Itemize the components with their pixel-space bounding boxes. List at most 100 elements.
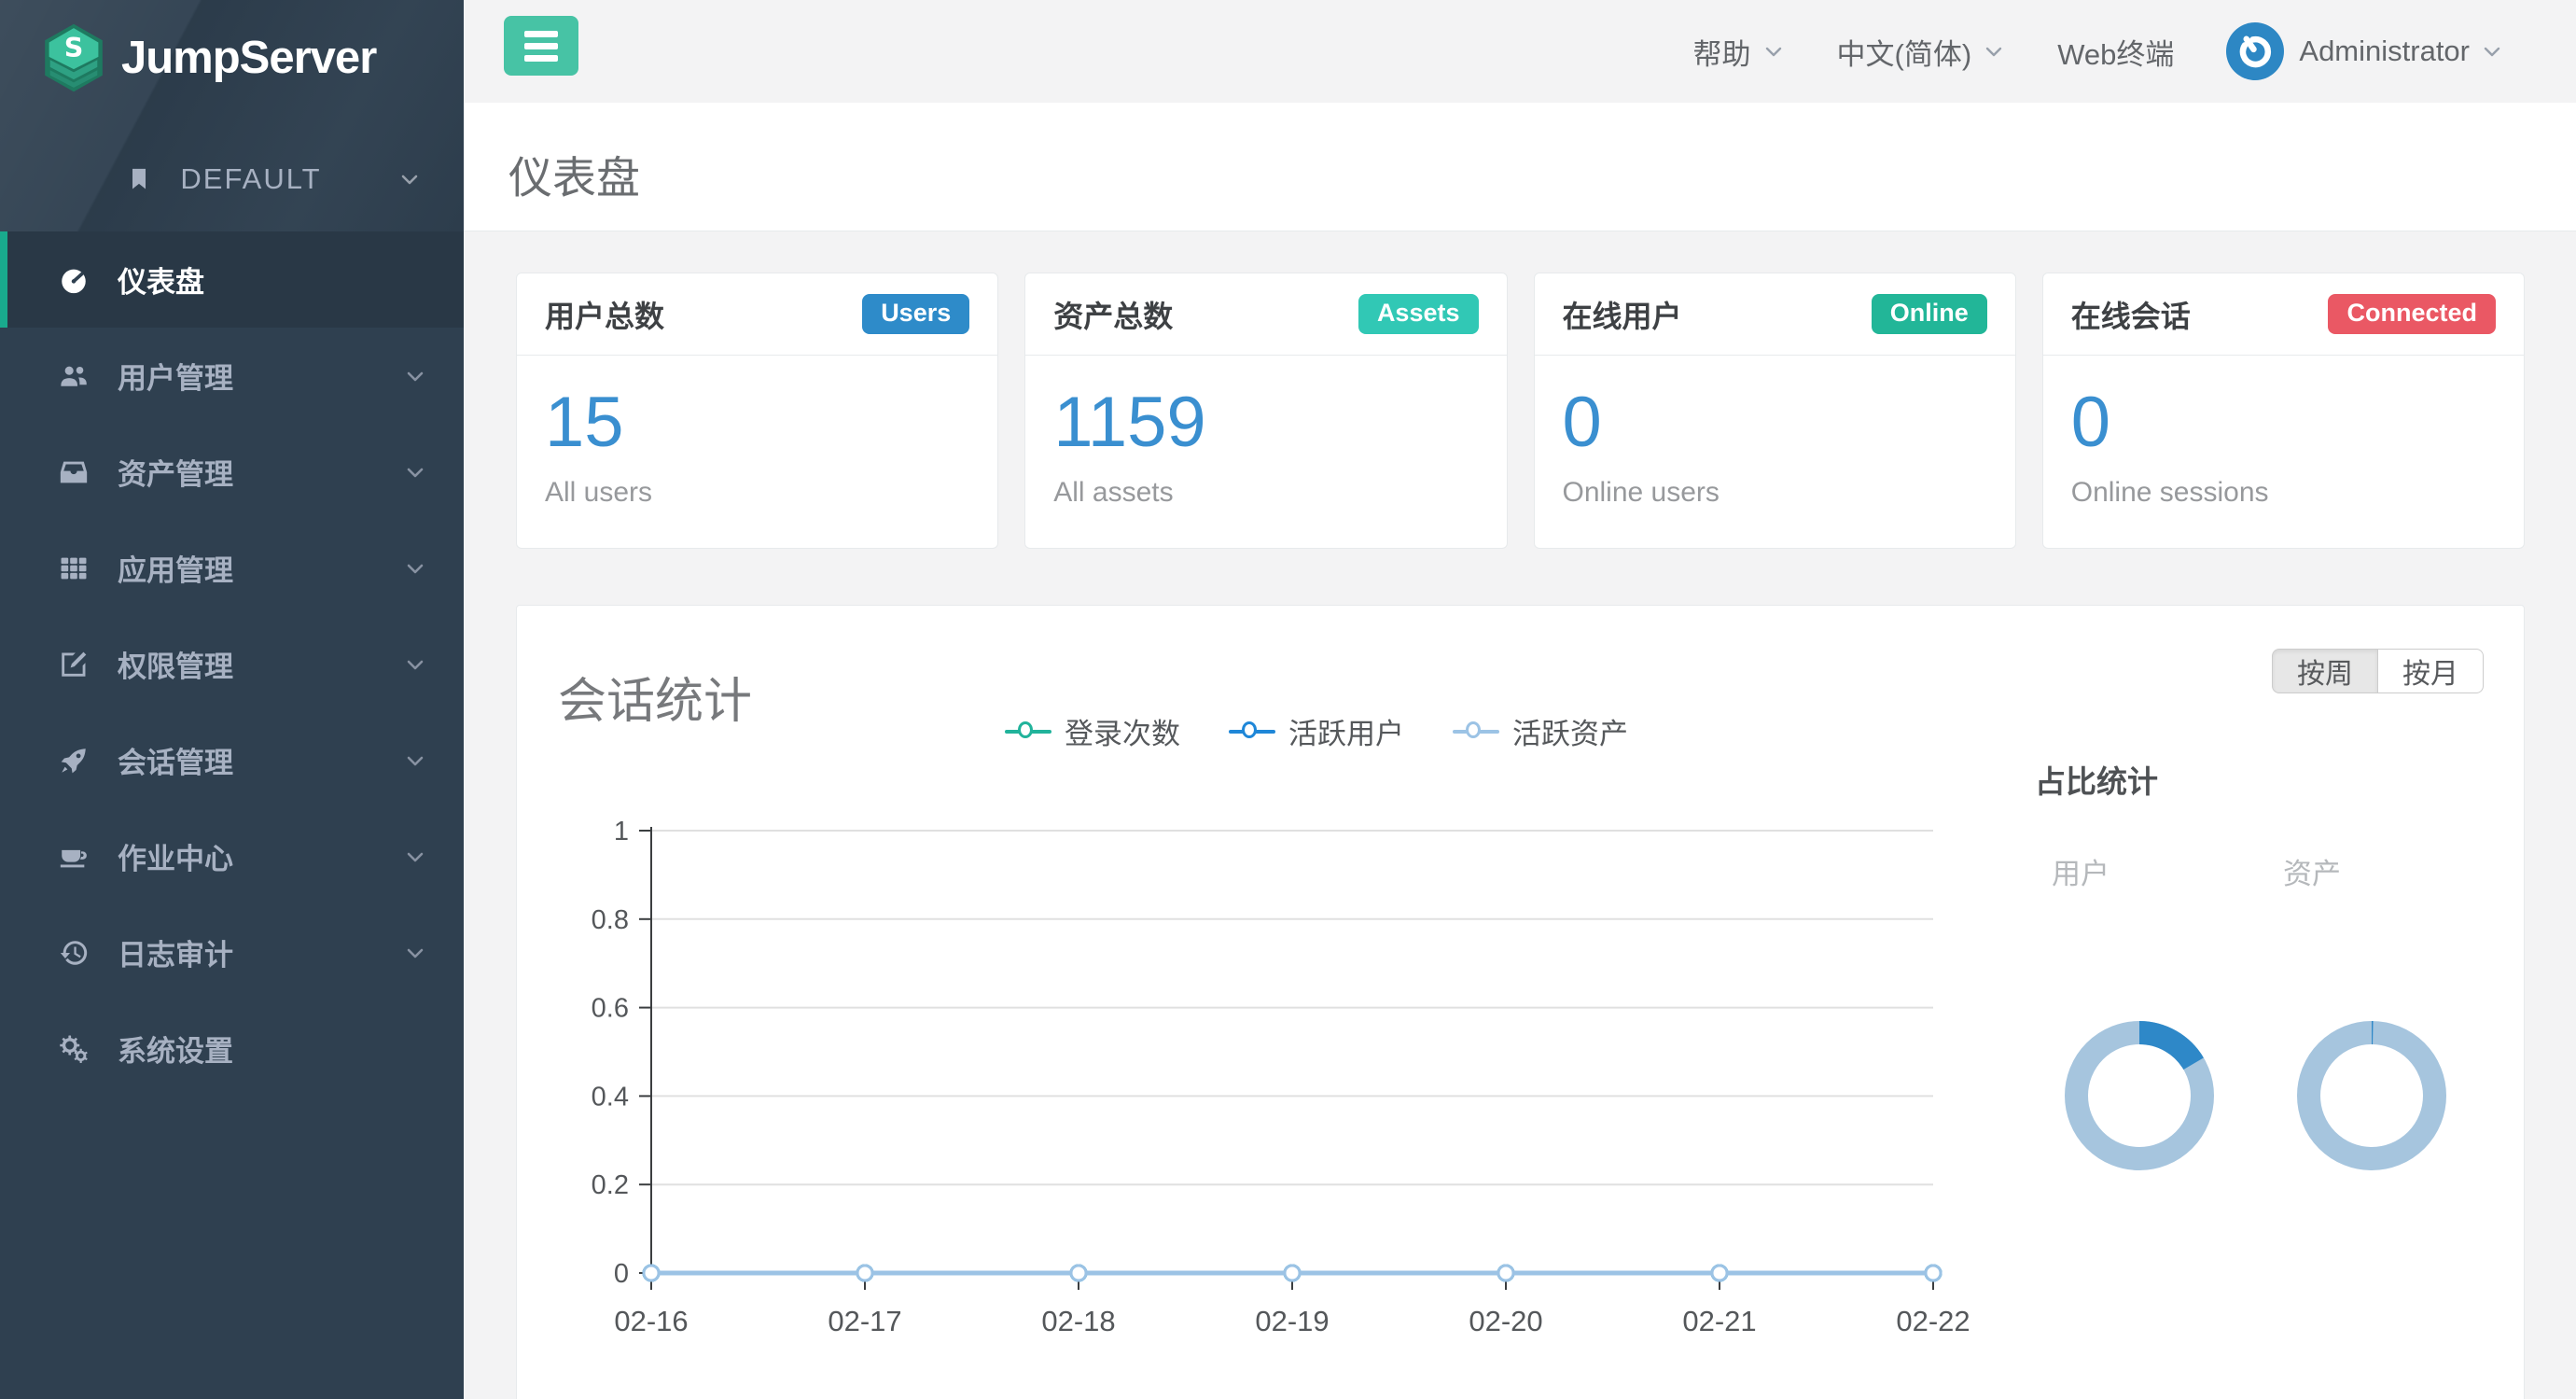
sidebar-item-assets[interactable]: 资产管理 — [0, 424, 464, 520]
sidebar-item-ops-center[interactable]: 作业中心 — [0, 808, 464, 904]
session-panel: 会话统计 登录次数活跃用户活跃资产 按周 按月 00.20.40.60.8102… — [516, 605, 2525, 1399]
card-title: 用户总数 — [545, 293, 664, 336]
online-sessions-card: 在线会话Connected 0 Online sessions — [2042, 273, 2525, 549]
help-menu[interactable]: 帮助 — [1693, 31, 1785, 73]
sidebar-item-label: 应用管理 — [118, 547, 233, 589]
coffee-icon — [52, 841, 95, 873]
chevron-down-icon — [404, 365, 426, 387]
ratio-label-assets: 资产 — [2283, 850, 2341, 892]
svg-text:0.8: 0.8 — [592, 905, 629, 935]
session-chart-title: 会话统计 — [558, 662, 752, 732]
card-value[interactable]: 0 — [2071, 384, 2496, 462]
range-button-group: 按周 按月 — [2272, 649, 2484, 693]
sidebar-item-permissions[interactable]: 权限管理 — [0, 616, 464, 712]
avatar — [2226, 22, 2284, 80]
legend-marker-icon — [1229, 720, 1275, 743]
card-subtitle: Online sessions — [2071, 477, 2496, 509]
sidebar-item-label: 作业中心 — [118, 835, 233, 877]
sidebar-toggle-button[interactable] — [504, 16, 578, 76]
users-icon — [52, 360, 95, 392]
stat-cards-row: 用户总数 Users 15 All users 资产总数Assets1159All as… — [516, 273, 2525, 549]
topbar-right: 帮助 中文(简体) Web终端 — [1693, 0, 2503, 103]
ratio-title: 占比统计 — [2035, 757, 2158, 802]
page-title: 仪表盘 — [508, 142, 640, 206]
sidebar-item-audits[interactable]: 日志审计 — [0, 904, 464, 1000]
chevron-down-icon — [404, 557, 426, 580]
bookmark-icon — [126, 166, 152, 192]
topbar: 帮助 中文(简体) Web终端 — [464, 0, 2576, 103]
card-header: 在线会话Connected — [2043, 273, 2524, 356]
rocket-icon — [52, 745, 95, 776]
status-badge: Online — [1872, 294, 1987, 334]
legend-label: 活跃用户 — [1288, 710, 1404, 752]
sidebar-header: S JumpServer DEFAULT — [0, 0, 464, 231]
legend-label: 活跃资产 — [1512, 710, 1628, 752]
user-name: Administrator — [2299, 35, 2470, 68]
total-users-card: 用户总数 Users 15 All users — [516, 273, 998, 549]
svg-text:02-16: 02-16 — [614, 1305, 688, 1337]
card-value[interactable]: 1159 — [1053, 384, 1478, 462]
chevron-down-icon — [2481, 40, 2503, 63]
sidebar-item-label: 资产管理 — [118, 451, 233, 493]
sidebar: S JumpServer DEFAULT 仪表盘用户管理资产管理应用管理权限管理… — [0, 0, 464, 1399]
web-terminal-link[interactable]: Web终端 — [2057, 31, 2174, 73]
org-label: DEFAULT — [180, 162, 321, 196]
by-month-button[interactable]: 按月 — [2377, 649, 2484, 693]
chevron-down-icon — [404, 653, 426, 676]
chevron-down-icon — [404, 749, 426, 772]
assets-ratio-donut — [2278, 1002, 2465, 1189]
sidebar-item-label: 系统设置 — [118, 1028, 233, 1070]
sidebar-item-label: 日志审计 — [118, 931, 233, 973]
sidebar-item-label: 权限管理 — [118, 643, 233, 685]
card-title: 资产总数 — [1053, 293, 1173, 336]
card-subtitle: Online users — [1563, 477, 1987, 509]
sidebar-menu: 仪表盘用户管理资产管理应用管理权限管理会话管理作业中心日志审计系统设置 — [0, 231, 464, 1097]
svg-text:S: S — [64, 32, 84, 63]
card-header: 资产总数Assets — [1025, 273, 1506, 356]
chart-legend: 登录次数 活跃用户 活跃资产 — [1005, 710, 1628, 752]
legend-item[interactable]: 登录次数 — [1005, 710, 1180, 752]
user-menu[interactable]: Administrator — [2226, 22, 2503, 80]
power-icon — [2234, 30, 2277, 73]
card-subtitle: All users — [545, 477, 969, 509]
card-value[interactable]: 0 — [1563, 384, 1987, 462]
card-body: 0 Online users — [1535, 356, 2015, 509]
legend-marker-icon — [1453, 720, 1499, 743]
total-assets-card: 资产总数Assets1159All assets — [1024, 273, 1507, 549]
card-body: 0 Online sessions — [2043, 356, 2524, 509]
sidebar-item-label: 用户管理 — [118, 355, 233, 397]
app-title: JumpServer — [121, 32, 376, 84]
sidebar-item-applications[interactable]: 应用管理 — [0, 520, 464, 616]
inbox-icon — [52, 456, 95, 488]
svg-text:0.6: 0.6 — [592, 994, 629, 1024]
status-badge: Connected — [2328, 294, 2496, 334]
svg-text:02-18: 02-18 — [1041, 1305, 1115, 1337]
svg-text:0: 0 — [614, 1259, 629, 1289]
svg-text:02-22: 02-22 — [1896, 1305, 1970, 1337]
card-body: 1159All assets — [1025, 356, 1506, 509]
sidebar-item-settings[interactable]: 系统设置 — [0, 1000, 464, 1097]
sidebar-item-label: 会话管理 — [118, 739, 233, 781]
svg-text:02-21: 02-21 — [1682, 1305, 1756, 1337]
svg-text:02-20: 02-20 — [1469, 1305, 1542, 1337]
sidebar-item-dashboard[interactable]: 仪表盘 — [0, 231, 464, 328]
language-menu[interactable]: 中文(简体) — [1837, 31, 2006, 73]
status-badge: Users — [862, 294, 969, 334]
legend-item[interactable]: 活跃用户 — [1229, 710, 1404, 752]
main-area: 帮助 中文(简体) Web终端 — [464, 0, 2576, 1399]
edit-icon — [52, 649, 95, 680]
app-logo: S JumpServer — [43, 22, 376, 93]
grid-icon — [52, 553, 95, 584]
card-header: 在线用户Online — [1535, 273, 2015, 356]
by-week-button[interactable]: 按周 — [2272, 649, 2378, 693]
dashboard-icon — [52, 264, 95, 296]
card-value[interactable]: 15 — [545, 384, 969, 462]
legend-marker-icon — [1005, 720, 1051, 743]
ratio-label-users: 用户 — [2052, 850, 2110, 892]
svg-text:0.2: 0.2 — [592, 1170, 629, 1200]
legend-item[interactable]: 活跃资产 — [1453, 710, 1628, 752]
org-selector[interactable]: DEFAULT — [49, 159, 421, 200]
svg-text:1: 1 — [614, 817, 629, 846]
sidebar-item-users[interactable]: 用户管理 — [0, 328, 464, 424]
sidebar-item-sessions[interactable]: 会话管理 — [0, 712, 464, 808]
